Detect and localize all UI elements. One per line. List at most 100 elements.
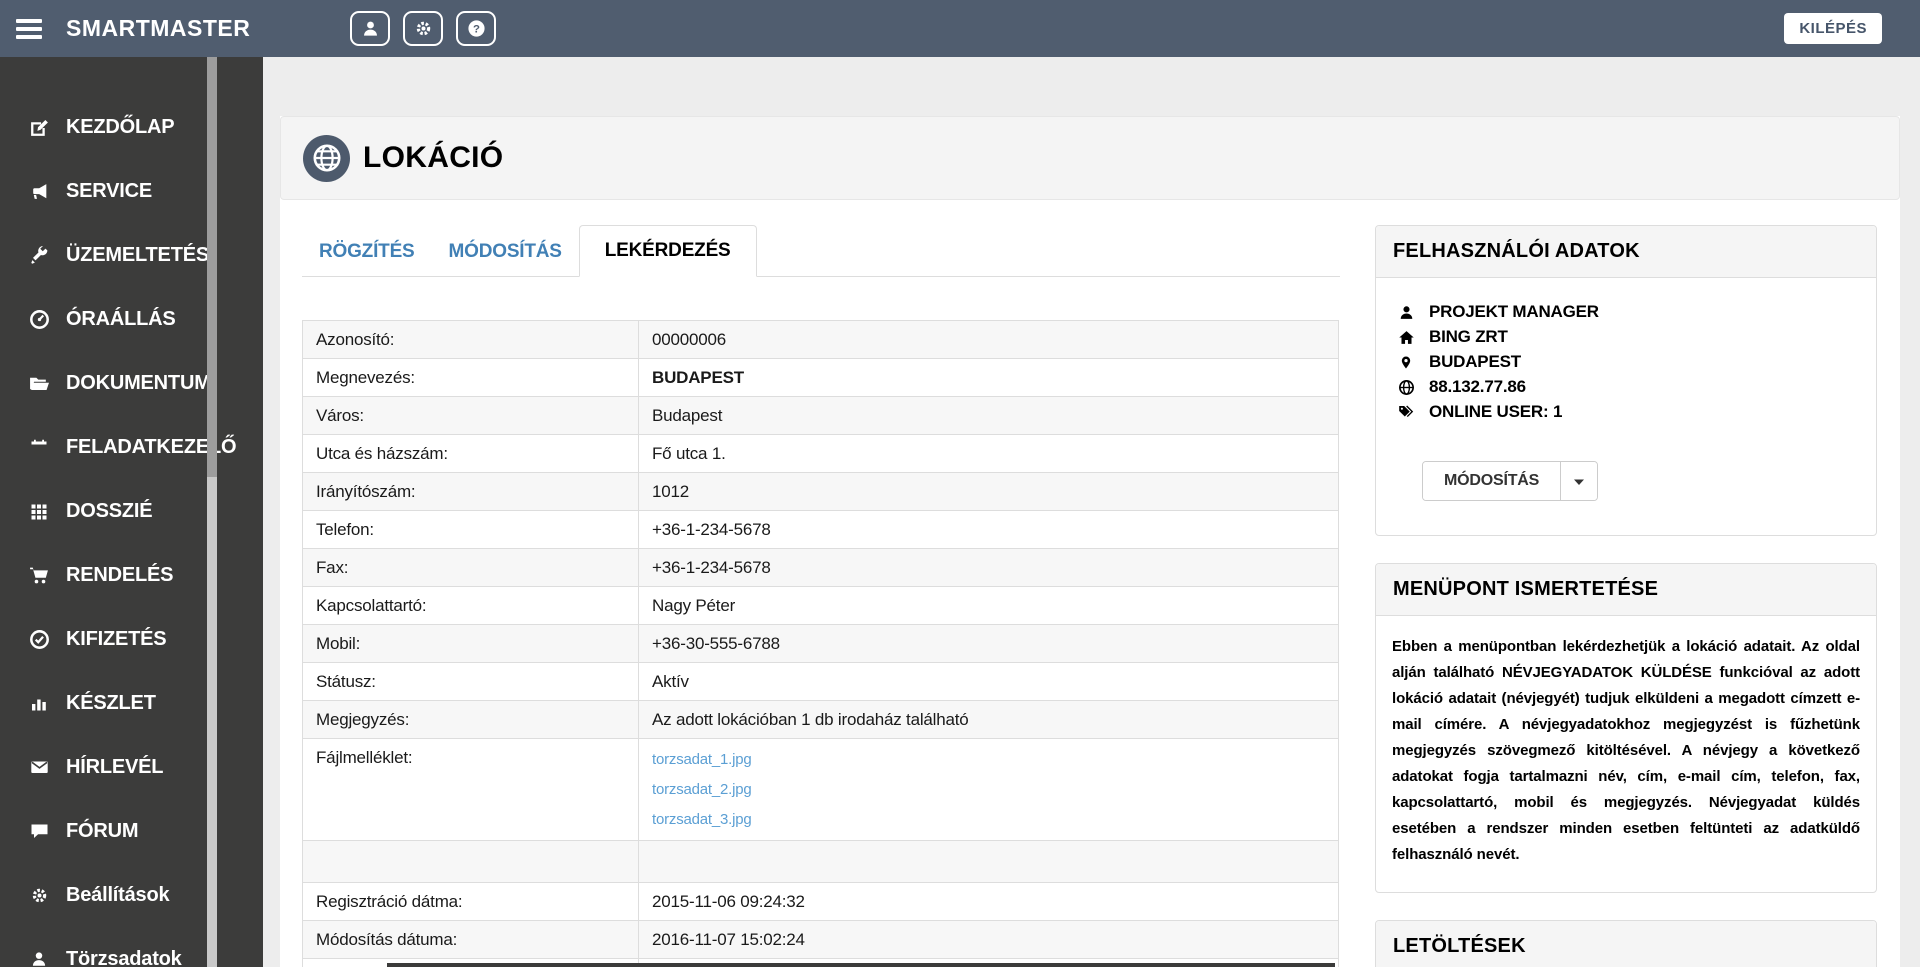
folder-open-icon <box>25 373 53 394</box>
tab-modositas[interactable]: MÓDOSÍTÁS <box>432 228 579 276</box>
attachment-link[interactable]: torzsadat_3.jpg <box>652 809 1325 830</box>
field-label: Megjegyzés: <box>303 701 639 739</box>
field-label: Azonosító: <box>303 321 639 359</box>
field-value: torzsadat_1.jpg torzsadat_2.jpg torzsada… <box>639 739 1339 841</box>
menu-icon[interactable] <box>16 14 50 44</box>
sidebar-item-oraallas[interactable]: ÓRAÁLLÁS <box>0 287 263 351</box>
tags-icon <box>1396 404 1416 420</box>
sidebar-item-rendeles[interactable]: RENDELÉS <box>0 543 263 607</box>
table-row-empty <box>303 841 1339 883</box>
sidebar-nav: KEZDŐLAP SERVICE ÜZEMELTETÉS ÓRAÁLLÁS DO… <box>0 57 263 967</box>
tab-rogzites[interactable]: RÖGZÍTÉS <box>302 228 432 276</box>
gear-icon <box>414 19 433 38</box>
sidebar-item-forum[interactable]: FÓRUM <box>0 799 263 863</box>
table-row: Fax: +36-1-234-5678 <box>303 549 1339 587</box>
record-section: RÖGZÍTÉS MÓDOSÍTÁS LEKÉRDEZÉS Azonosító:… <box>280 225 1375 967</box>
attachment-link[interactable]: torzsadat_2.jpg <box>652 779 1325 800</box>
user-city: BUDAPEST <box>1396 352 1859 372</box>
modify-dropdown-toggle[interactable] <box>1561 462 1597 500</box>
table-row: Megnevezés: BUDAPEST <box>303 359 1339 397</box>
sidebar: KEZDŐLAP SERVICE ÜZEMELTETÉS ÓRAÁLLÁS DO… <box>0 57 263 967</box>
svg-text:?: ? <box>473 23 480 35</box>
field-value: Fő utca 1. <box>639 435 1339 473</box>
panel-title: FELHASZNÁLÓI ADATOK <box>1376 226 1876 278</box>
user-role: PROJEKT MANAGER <box>1396 302 1859 322</box>
menu-description: Ebben a menüpontban lekérdezhetjük a lok… <box>1376 616 1876 892</box>
field-label: Megnevezés: <box>303 359 639 397</box>
field-label: Regisztráció dátma: <box>303 883 639 921</box>
calendar-icon <box>25 437 53 458</box>
table-row: Utca és házszám: Fő utca 1. <box>303 435 1339 473</box>
menu-info-panel: MENÜPONT ISMERTETÉSE Ebben a menüpontban… <box>1375 563 1877 893</box>
sidebar-item-torzsadatok[interactable]: Törzsadatok <box>0 927 263 967</box>
user-company: BING ZRT <box>1396 327 1859 347</box>
attachment-link[interactable]: torzsadat_1.jpg <box>652 749 1325 770</box>
downloads-panel: LETÖLTÉSEK <box>1375 920 1877 967</box>
tab-lekerdezes[interactable]: LEKÉRDEZÉS <box>579 225 757 277</box>
field-label: Város: <box>303 397 639 435</box>
gauge-icon <box>25 309 53 330</box>
record-table: Azonosító: 00000006 Megnevezés: BUDAPEST… <box>302 320 1339 967</box>
field-label: Telefon: <box>303 511 639 549</box>
user-data-panel: FELHASZNÁLÓI ADATOK PROJEKT MANAGER BING… <box>1375 225 1877 536</box>
pencil-square-icon <box>25 117 53 138</box>
sidebar-item-kezdolap[interactable]: KEZDŐLAP <box>0 95 263 159</box>
sidebar-item-keszlet[interactable]: KÉSZLET <box>0 671 263 735</box>
field-value: Nagy Péter <box>639 587 1339 625</box>
megaphone-icon <box>25 181 53 202</box>
sidebar-scrollbar[interactable] <box>207 57 217 967</box>
field-value: 00000006 <box>639 321 1339 359</box>
check-circle-icon <box>25 629 53 650</box>
sidebar-item-feladatkezelo[interactable]: FELADATKEZELŐ <box>0 415 263 479</box>
sidebar-item-uzemeltetes[interactable]: ÜZEMELTETÉS <box>0 223 263 287</box>
sidebar-item-service[interactable]: SERVICE <box>0 159 263 223</box>
field-label: Fájlmelléklet: <box>303 739 639 841</box>
sidebar-item-dokumentum[interactable]: DOKUMENTUM <box>0 351 263 415</box>
field-value: 1012 <box>639 473 1339 511</box>
user-icon <box>25 950 53 967</box>
table-row: Módosítás dátuma: 2016-11-07 15:02:24 <box>303 921 1339 959</box>
wrench-icon <box>25 245 53 266</box>
table-row: Irányítószám: 1012 <box>303 473 1339 511</box>
gear-icon <box>25 886 53 905</box>
modify-button[interactable]: MÓDOSÍTÁS <box>1423 462 1561 500</box>
table-row: Város: Budapest <box>303 397 1339 435</box>
table-row-attachments: Fájlmelléklet: torzsadat_1.jpg torzsadat… <box>303 739 1339 841</box>
sidebar-item-dosszie[interactable]: DOSSZIÉ <box>0 479 263 543</box>
top-bar: SMARTMASTER ? KILÉPÉS <box>0 0 1920 57</box>
globe-icon <box>303 135 350 182</box>
sidebar-item-beallitasok[interactable]: Beállítások <box>0 863 263 927</box>
app-title: SMARTMASTER <box>66 15 250 42</box>
comment-icon <box>25 821 53 841</box>
bar-chart-icon <box>25 693 53 713</box>
help-icon: ? <box>467 19 486 38</box>
online-users: ONLINE USER: 1 <box>1396 402 1859 422</box>
field-value: Aktív <box>639 663 1339 701</box>
field-value: +36-30-555-6788 <box>639 625 1339 663</box>
field-value: Budapest <box>639 397 1339 435</box>
modify-split-button: MÓDOSÍTÁS <box>1422 461 1598 501</box>
field-label: Fax: <box>303 549 639 587</box>
home-icon <box>1396 329 1416 346</box>
field-label: Irányítószám: <box>303 473 639 511</box>
field-label: Státusz: <box>303 663 639 701</box>
tab-bar: RÖGZÍTÉS MÓDOSÍTÁS LEKÉRDEZÉS <box>302 225 1340 277</box>
table-row: Megjegyzés: Az adott lokációban 1 db iro… <box>303 701 1339 739</box>
help-button[interactable]: ? <box>456 11 496 46</box>
profile-button[interactable] <box>350 11 390 46</box>
envelope-icon <box>25 757 53 777</box>
panel-title: MENÜPONT ISMERTETÉSE <box>1376 564 1876 616</box>
next-section-edge <box>387 963 1335 967</box>
field-value: 2015-11-06 09:24:32 <box>639 883 1339 921</box>
table-row: Kapcsolattartó: Nagy Péter <box>303 587 1339 625</box>
field-value: BUDAPEST <box>639 359 1339 397</box>
sidebar-item-kifizetes[interactable]: KIFIZETÉS <box>0 607 263 671</box>
settings-button[interactable] <box>403 11 443 46</box>
table-row: Azonosító: 00000006 <box>303 321 1339 359</box>
panel-title: LETÖLTÉSEK <box>1376 921 1876 967</box>
sidebar-item-hirlevel[interactable]: HÍRLEVÉL <box>0 735 263 799</box>
logout-button[interactable]: KILÉPÉS <box>1784 13 1882 44</box>
user-icon <box>361 19 380 38</box>
field-label: Kapcsolattartó: <box>303 587 639 625</box>
table-row: Telefon: +36-1-234-5678 <box>303 511 1339 549</box>
